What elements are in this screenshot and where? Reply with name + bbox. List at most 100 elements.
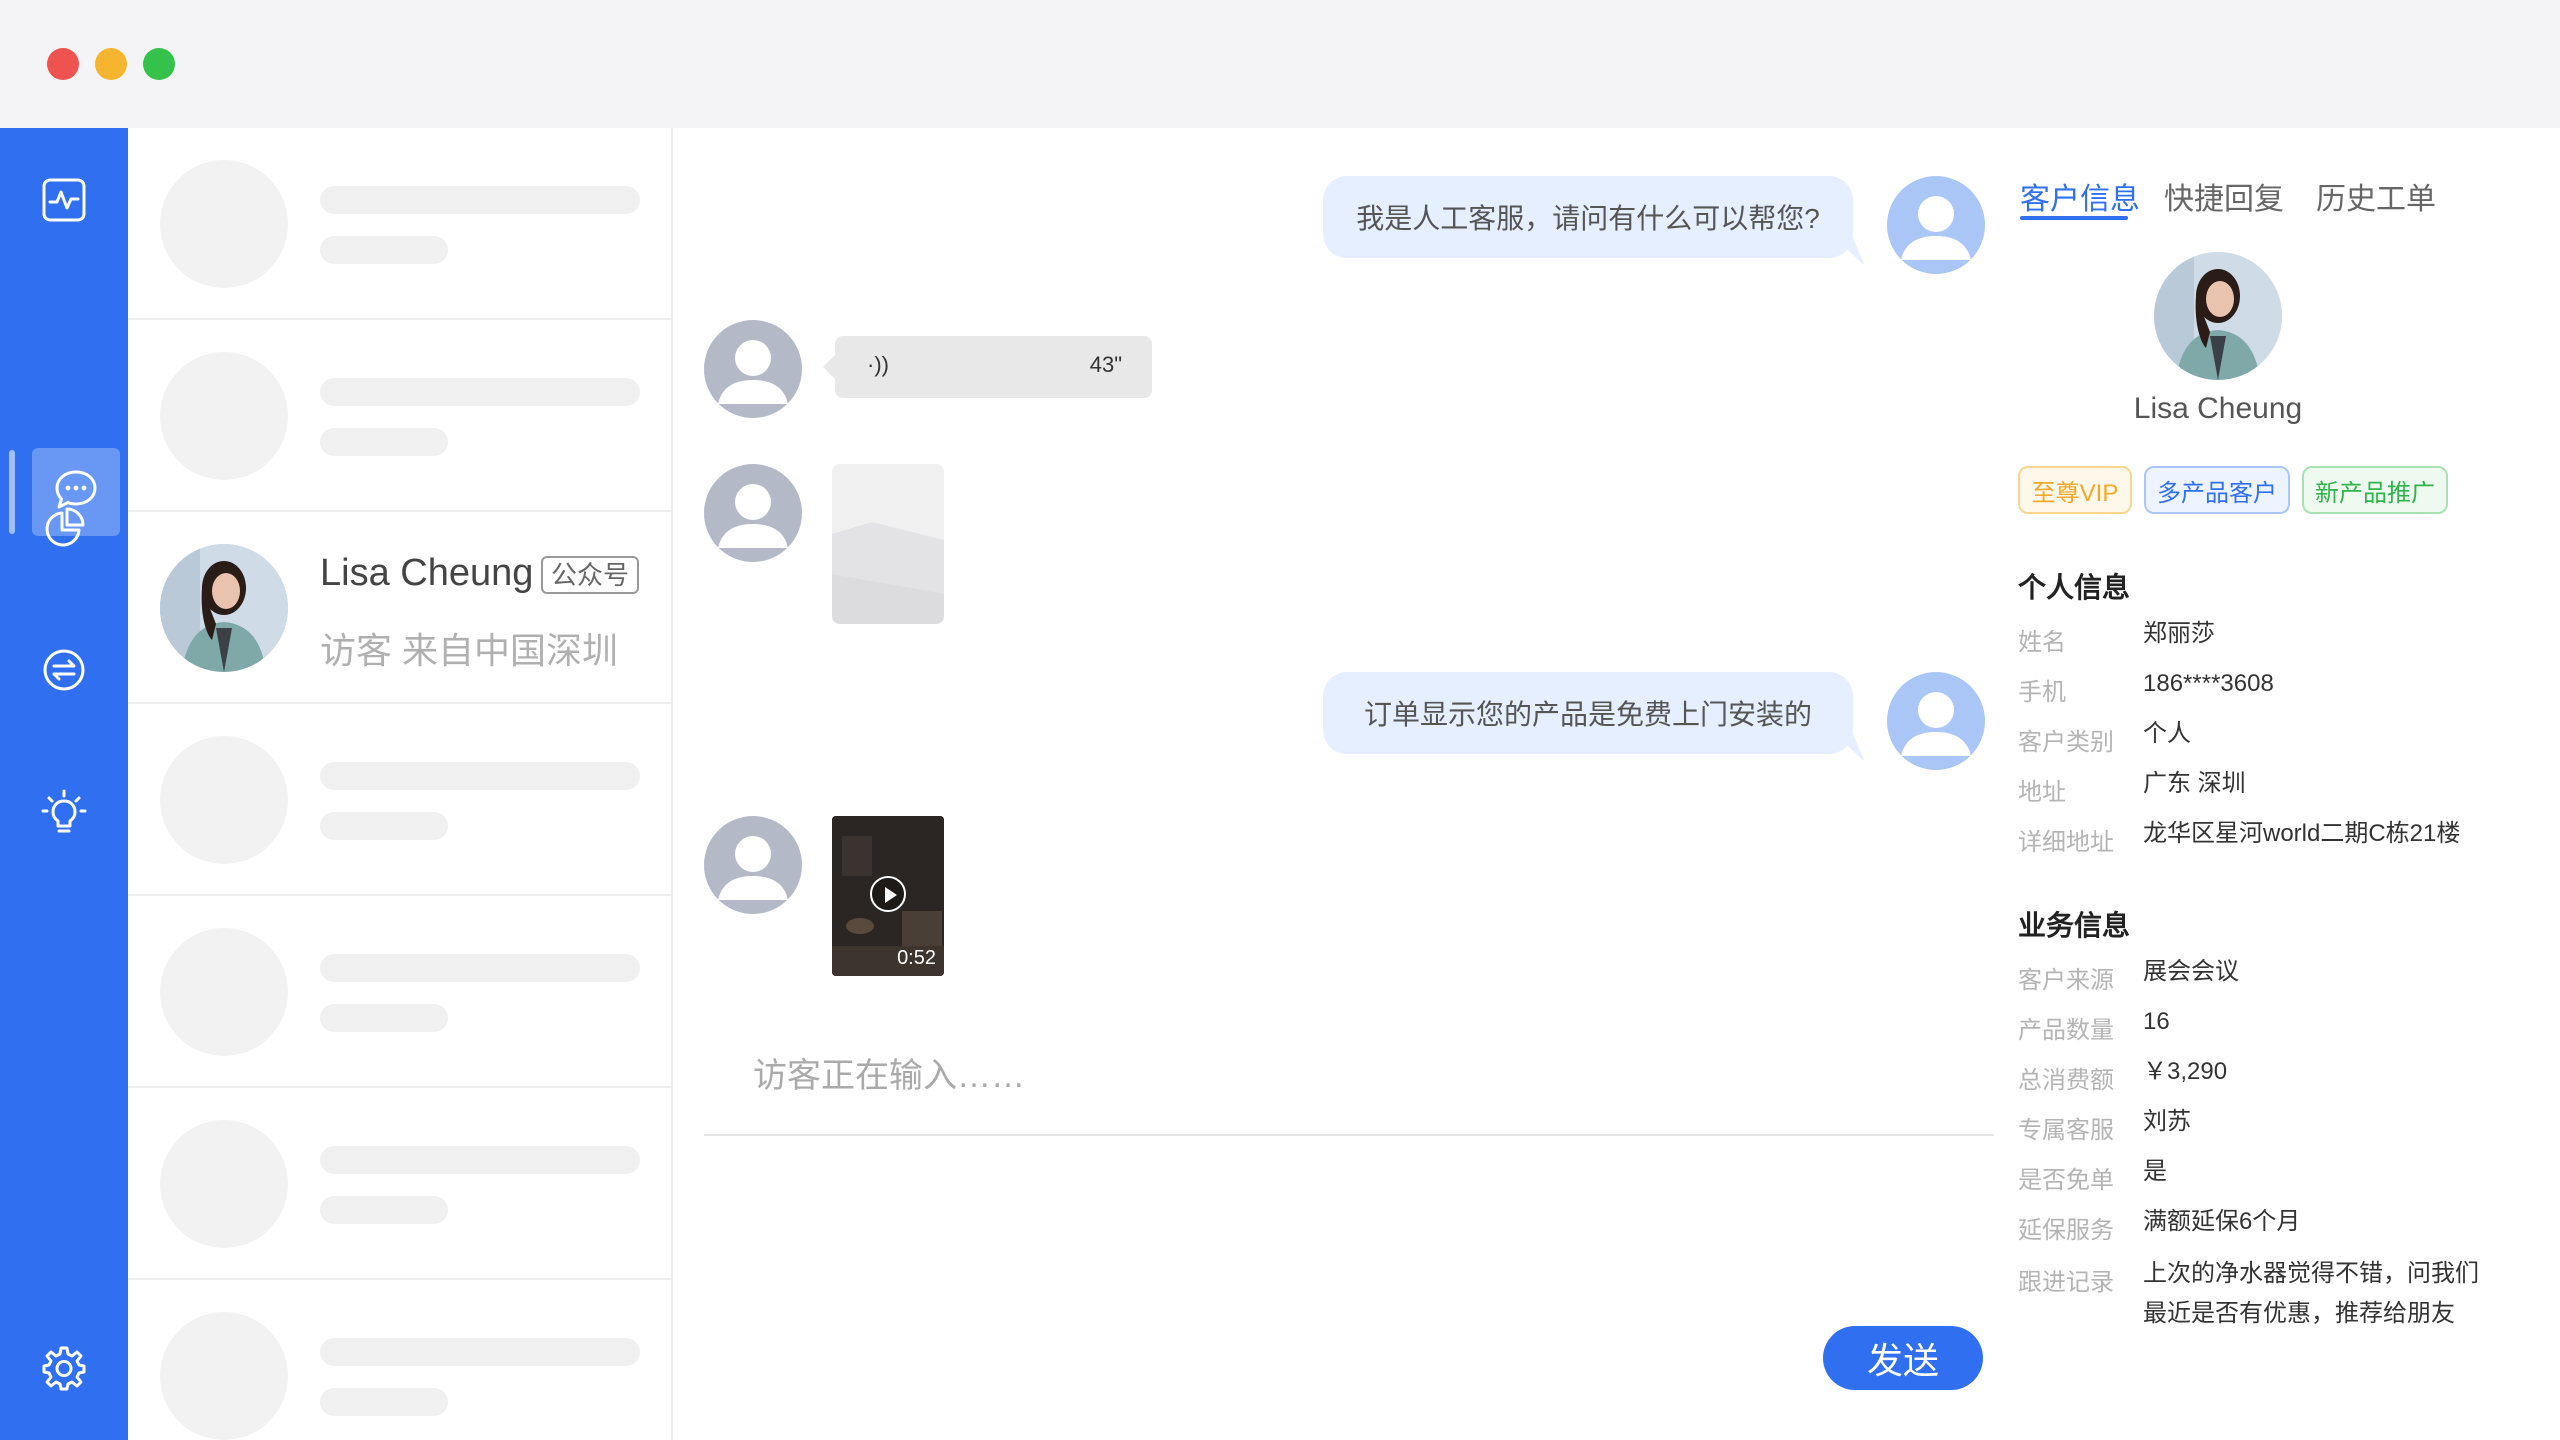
agent-avatar — [1887, 672, 1985, 770]
visitor-avatar — [704, 816, 802, 914]
text-placeholder — [320, 428, 448, 456]
conversation-placeholder[interactable] — [128, 704, 673, 896]
avatar-placeholder — [160, 352, 288, 480]
gear-icon[interactable] — [32, 1336, 96, 1400]
channel-badge: 公众号 — [541, 556, 640, 594]
send-button[interactable]: 发送 — [1823, 1326, 1983, 1390]
agent-message-bubble: 我是人工客服，请问有什么可以帮您? — [1323, 176, 1853, 258]
conversation-list: Lisa Cheung 公众号 访客 来自中国深圳 — [128, 128, 673, 1440]
personal-info-title: 个人信息 — [2018, 572, 2131, 603]
value-source: 展会会议 — [2143, 958, 2239, 985]
text-placeholder — [320, 1338, 640, 1366]
text-placeholder — [320, 812, 448, 840]
activity-chart-icon[interactable] — [32, 168, 96, 232]
value-phone: 186****3608 — [2143, 670, 2274, 697]
exchange-icon[interactable] — [32, 638, 96, 702]
bubble-tail — [1835, 734, 1865, 762]
conversation-placeholder[interactable] — [128, 128, 673, 320]
value-customer-type: 个人 — [2143, 720, 2191, 747]
customer-info-panel: 客户信息 快捷回复 历史工单 Lisa Cheung 至尊VIP 多产品客户 新… — [2000, 128, 2560, 1440]
text-placeholder — [320, 1146, 640, 1174]
conversation-placeholder[interactable] — [128, 1280, 673, 1440]
chat-panel: 我是人工客服，请问有什么可以帮您? ·)) 43" 订单显示您的产品是免费上门安… — [675, 128, 2000, 1440]
lightbulb-icon[interactable] — [32, 782, 96, 846]
label-phone: 手机 — [2018, 679, 2066, 706]
conversation-placeholder[interactable] — [128, 896, 673, 1088]
input-divider — [704, 1134, 1994, 1136]
visitor-avatar — [704, 464, 802, 562]
avatar-placeholder — [160, 1312, 288, 1440]
window-close-button[interactable] — [47, 48, 79, 80]
conversation-subtitle: 访客 来自中国深圳 — [320, 630, 619, 671]
label-customer-type: 客户类别 — [2018, 729, 2114, 756]
agent-message-bubble: 订单显示您的产品是免费上门安装的 — [1323, 672, 1853, 754]
label-address: 地址 — [2018, 779, 2066, 806]
conversation-name: Lisa Cheung — [320, 552, 534, 594]
tab-customer-info[interactable]: 客户信息 — [2020, 174, 2140, 218]
value-name: 郑丽莎 — [2143, 620, 2215, 647]
tab-quick-reply[interactable]: 快捷回复 — [2164, 174, 2284, 218]
text-placeholder — [320, 1004, 448, 1032]
conversation-placeholder[interactable] — [128, 1088, 673, 1280]
voice-message[interactable]: ·)) 43" — [835, 336, 1152, 398]
text-placeholder — [320, 378, 640, 406]
value-free-order: 是 — [2143, 1158, 2167, 1185]
text-placeholder — [320, 1388, 448, 1416]
label-source: 客户来源 — [2018, 967, 2114, 994]
agent-avatar — [1887, 176, 1985, 274]
badge-new-product: 新产品推广 — [2302, 466, 2448, 514]
label-follow-up: 跟进记录 — [2018, 1269, 2114, 1296]
value-total-spend: ￥3,290 — [2143, 1058, 2228, 1085]
avatar — [160, 544, 288, 672]
avatar-placeholder — [160, 736, 288, 864]
conversation-item-active[interactable]: Lisa Cheung 公众号 访客 来自中国深圳 — [128, 512, 673, 704]
text-placeholder — [320, 954, 640, 982]
value-detail-address: 龙华区星河world二期C栋21楼 — [2143, 820, 2461, 847]
conversation-placeholder[interactable] — [128, 320, 673, 512]
typing-indicator: 访客正在输入…… — [753, 1057, 1025, 1095]
text-placeholder — [320, 1196, 448, 1224]
text-placeholder — [320, 762, 640, 790]
active-tab-underline — [2020, 216, 2128, 220]
avatar-placeholder — [160, 160, 288, 288]
label-name: 姓名 — [2018, 629, 2066, 656]
message-text: 订单显示您的产品是免费上门安装的 — [1363, 699, 1812, 730]
value-dedicated-agent: 刘苏 — [2143, 1108, 2191, 1135]
nav-rail — [0, 128, 128, 1440]
badge-vip: 至尊VIP — [2018, 466, 2132, 514]
label-total-spend: 总消费额 — [2018, 1067, 2114, 1094]
video-duration: 0:52 — [897, 947, 936, 969]
avatar-placeholder — [160, 928, 288, 1056]
active-indicator — [9, 450, 15, 534]
bubble-tail — [1835, 238, 1865, 266]
label-dedicated-agent: 专属客服 — [2018, 1117, 2114, 1144]
pie-chart-icon[interactable] — [32, 496, 96, 560]
text-placeholder — [320, 186, 640, 214]
window-minimize-button[interactable] — [95, 48, 127, 80]
message-text: 我是人工客服，请问有什么可以帮您? — [1356, 203, 1820, 234]
customer-name: Lisa Cheung — [2133, 392, 2303, 425]
business-info-title: 业务信息 — [2018, 910, 2131, 941]
label-detail-address: 详细地址 — [2018, 829, 2114, 856]
value-product-count: 16 — [2143, 1008, 2170, 1035]
bubble-tail — [823, 355, 835, 379]
visitor-avatar — [704, 320, 802, 418]
value-warranty: 满额延保6个月 — [2143, 1208, 2301, 1235]
tab-history-tickets[interactable]: 历史工单 — [2316, 174, 2436, 218]
image-placeholder-icon — [832, 522, 944, 624]
voice-wave-icon: ·)) — [867, 352, 889, 377]
value-follow-up: 上次的净水器觉得不错，问我们最近是否有优惠，推荐给朋友 — [2143, 1260, 2479, 1327]
value-address: 广东 深圳 — [2143, 770, 2246, 797]
voice-duration: 43" — [1089, 352, 1122, 377]
play-icon[interactable] — [870, 876, 906, 912]
badge-multi-product: 多产品客户 — [2144, 466, 2290, 514]
window-maximize-button[interactable] — [143, 48, 175, 80]
text-placeholder — [320, 236, 448, 264]
label-product-count: 产品数量 — [2018, 1017, 2114, 1044]
label-warranty: 延保服务 — [2018, 1217, 2114, 1244]
image-message[interactable] — [832, 464, 944, 624]
video-message[interactable]: 0:52 — [832, 816, 944, 976]
label-free-order: 是否免单 — [2018, 1167, 2114, 1194]
avatar-placeholder — [160, 1120, 288, 1248]
customer-avatar — [2154, 252, 2282, 380]
